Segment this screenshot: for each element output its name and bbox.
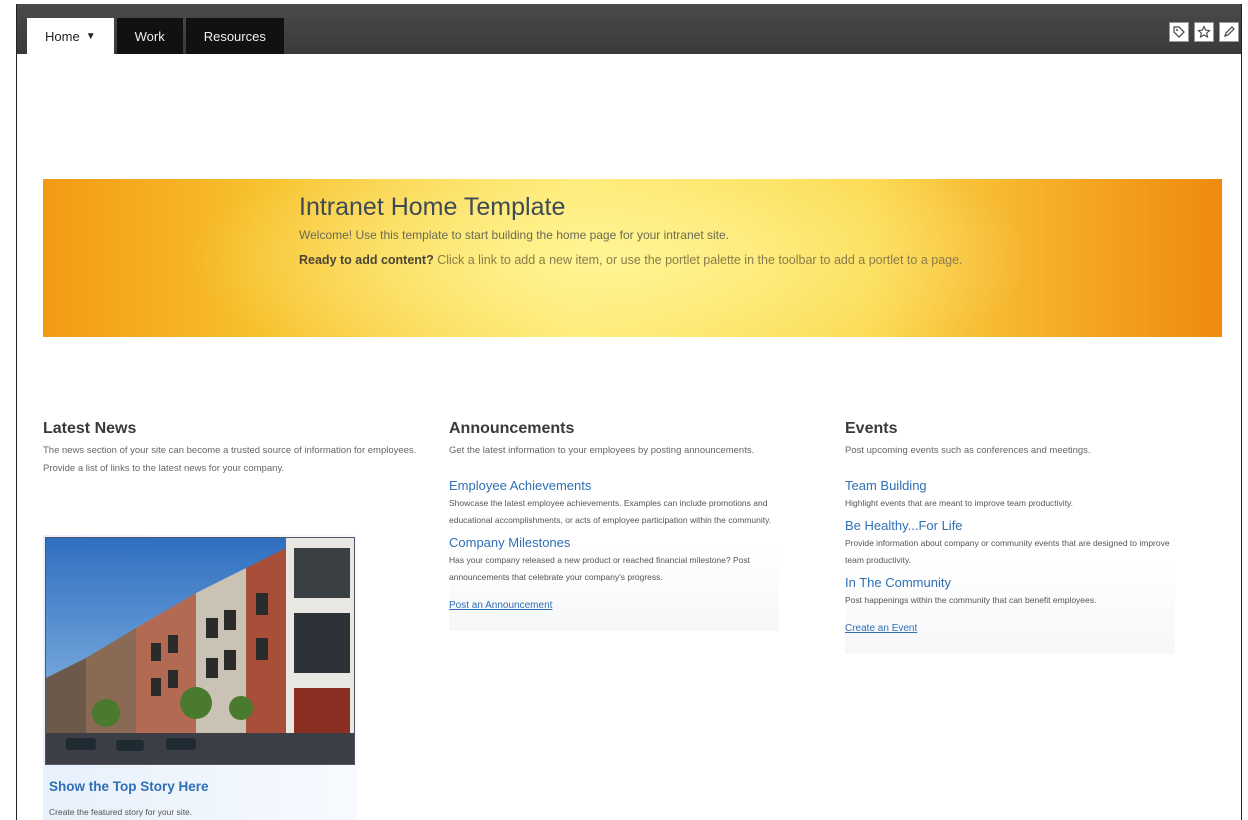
event-item-title[interactable]: Team Building [845,478,1175,493]
event-item-text: Post happenings within the community tha… [845,595,1097,605]
tab-home[interactable]: Home ▼ [27,18,114,54]
latest-news-title: Latest News [43,420,137,437]
top-story-image[interactable] [45,537,355,765]
event-item-title[interactable]: Be Healthy...For Life [845,518,1175,533]
tab-resources-label: Resources [203,28,266,44]
banner-title: Intranet Home Template [299,193,566,221]
banner-content: Intranet Home Template Welcome! Use this… [299,193,979,268]
banner-ready-bold: Ready to add content? [299,253,434,267]
tab-work[interactable]: Work [116,18,183,54]
top-nav-bar: Home ▼ Work Resources [17,4,1241,54]
top-story-card: Show the Top Story Here Create the featu… [43,535,357,820]
event-item-text: Highlight events that are meant to impro… [845,498,1074,508]
nav-tabs: Home ▼ Work Resources [27,18,284,54]
page-frame: Home ▼ Work Resources Intranet Home Temp… [16,4,1242,820]
toolbar-icons [1169,22,1239,42]
tab-resources[interactable]: Resources [185,18,284,54]
announcement-item-title[interactable]: Company Milestones [449,535,779,550]
event-item-title[interactable]: In The Community [845,575,1175,590]
create-event-link[interactable]: Create an Event [845,623,917,634]
banner-ready: Ready to add content? Click a link to ad… [299,252,979,268]
banner-ready-text: Click a link to add a new item, or use t… [433,253,963,267]
banner-welcome: Welcome! Use this template to start buil… [299,228,729,242]
announcements-title: Announcements [449,420,575,437]
tab-work-label: Work [134,28,165,44]
events-section: Events Post upcoming events such as conf… [845,420,1175,654]
tag-icon[interactable] [1169,22,1189,42]
top-story-title[interactable]: Show the Top Story Here [49,779,209,794]
announcement-item-title[interactable]: Employee Achievements [449,478,779,493]
tab-home-label: Home [45,28,80,44]
events-desc: Post upcoming events such as conferences… [845,445,1091,456]
latest-news-desc: The news section of your site can become… [43,445,417,474]
top-story-subtitle: Create the featured story for your site. [49,807,193,817]
event-item-text: Provide information about company or com… [845,538,1170,565]
latest-news-section: Latest News The news section of your sit… [43,420,418,478]
announcements-section: Announcements Get the latest information… [449,420,779,631]
announcement-item-text: Has your company released a new product … [449,555,750,582]
chevron-down-icon[interactable]: ▼ [86,31,96,42]
pencil-icon[interactable] [1219,22,1239,42]
post-announcement-link[interactable]: Post an Announcement [449,600,552,611]
announcement-item-text: Showcase the latest employee achievement… [449,498,772,525]
events-title: Events [845,420,898,437]
star-icon[interactable] [1194,22,1214,42]
announcements-desc: Get the latest information to your emplo… [449,445,755,456]
hero-banner: Intranet Home Template Welcome! Use this… [43,179,1222,337]
